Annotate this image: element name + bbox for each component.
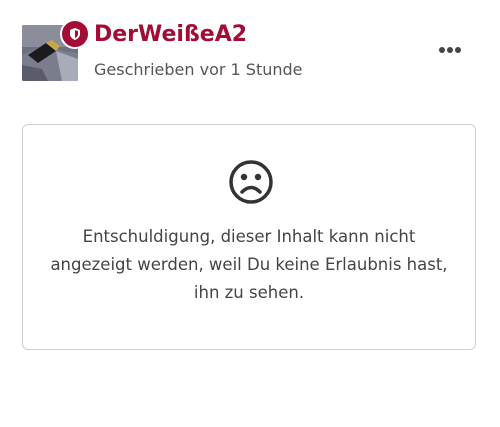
- permission-notice: Entschuldigung, dieser Inhalt kann nicht…: [22, 124, 476, 350]
- post-timestamp: Geschrieben vor 1 Stunde: [94, 60, 303, 79]
- moderator-shield-icon: [70, 28, 80, 40]
- post-card: DerWeißeA2 Geschrieben vor 1 Stunde Ents…: [0, 0, 500, 427]
- more-dots-icon: [439, 47, 461, 53]
- avatar-container[interactable]: [22, 19, 90, 81]
- more-options-button[interactable]: [434, 38, 466, 62]
- notice-message: Entschuldigung, dieser Inhalt kann nicht…: [50, 227, 448, 302]
- author-name[interactable]: DerWeißeA2: [94, 22, 247, 47]
- moderator-badge: [60, 19, 90, 49]
- sad-face-icon: [229, 160, 273, 204]
